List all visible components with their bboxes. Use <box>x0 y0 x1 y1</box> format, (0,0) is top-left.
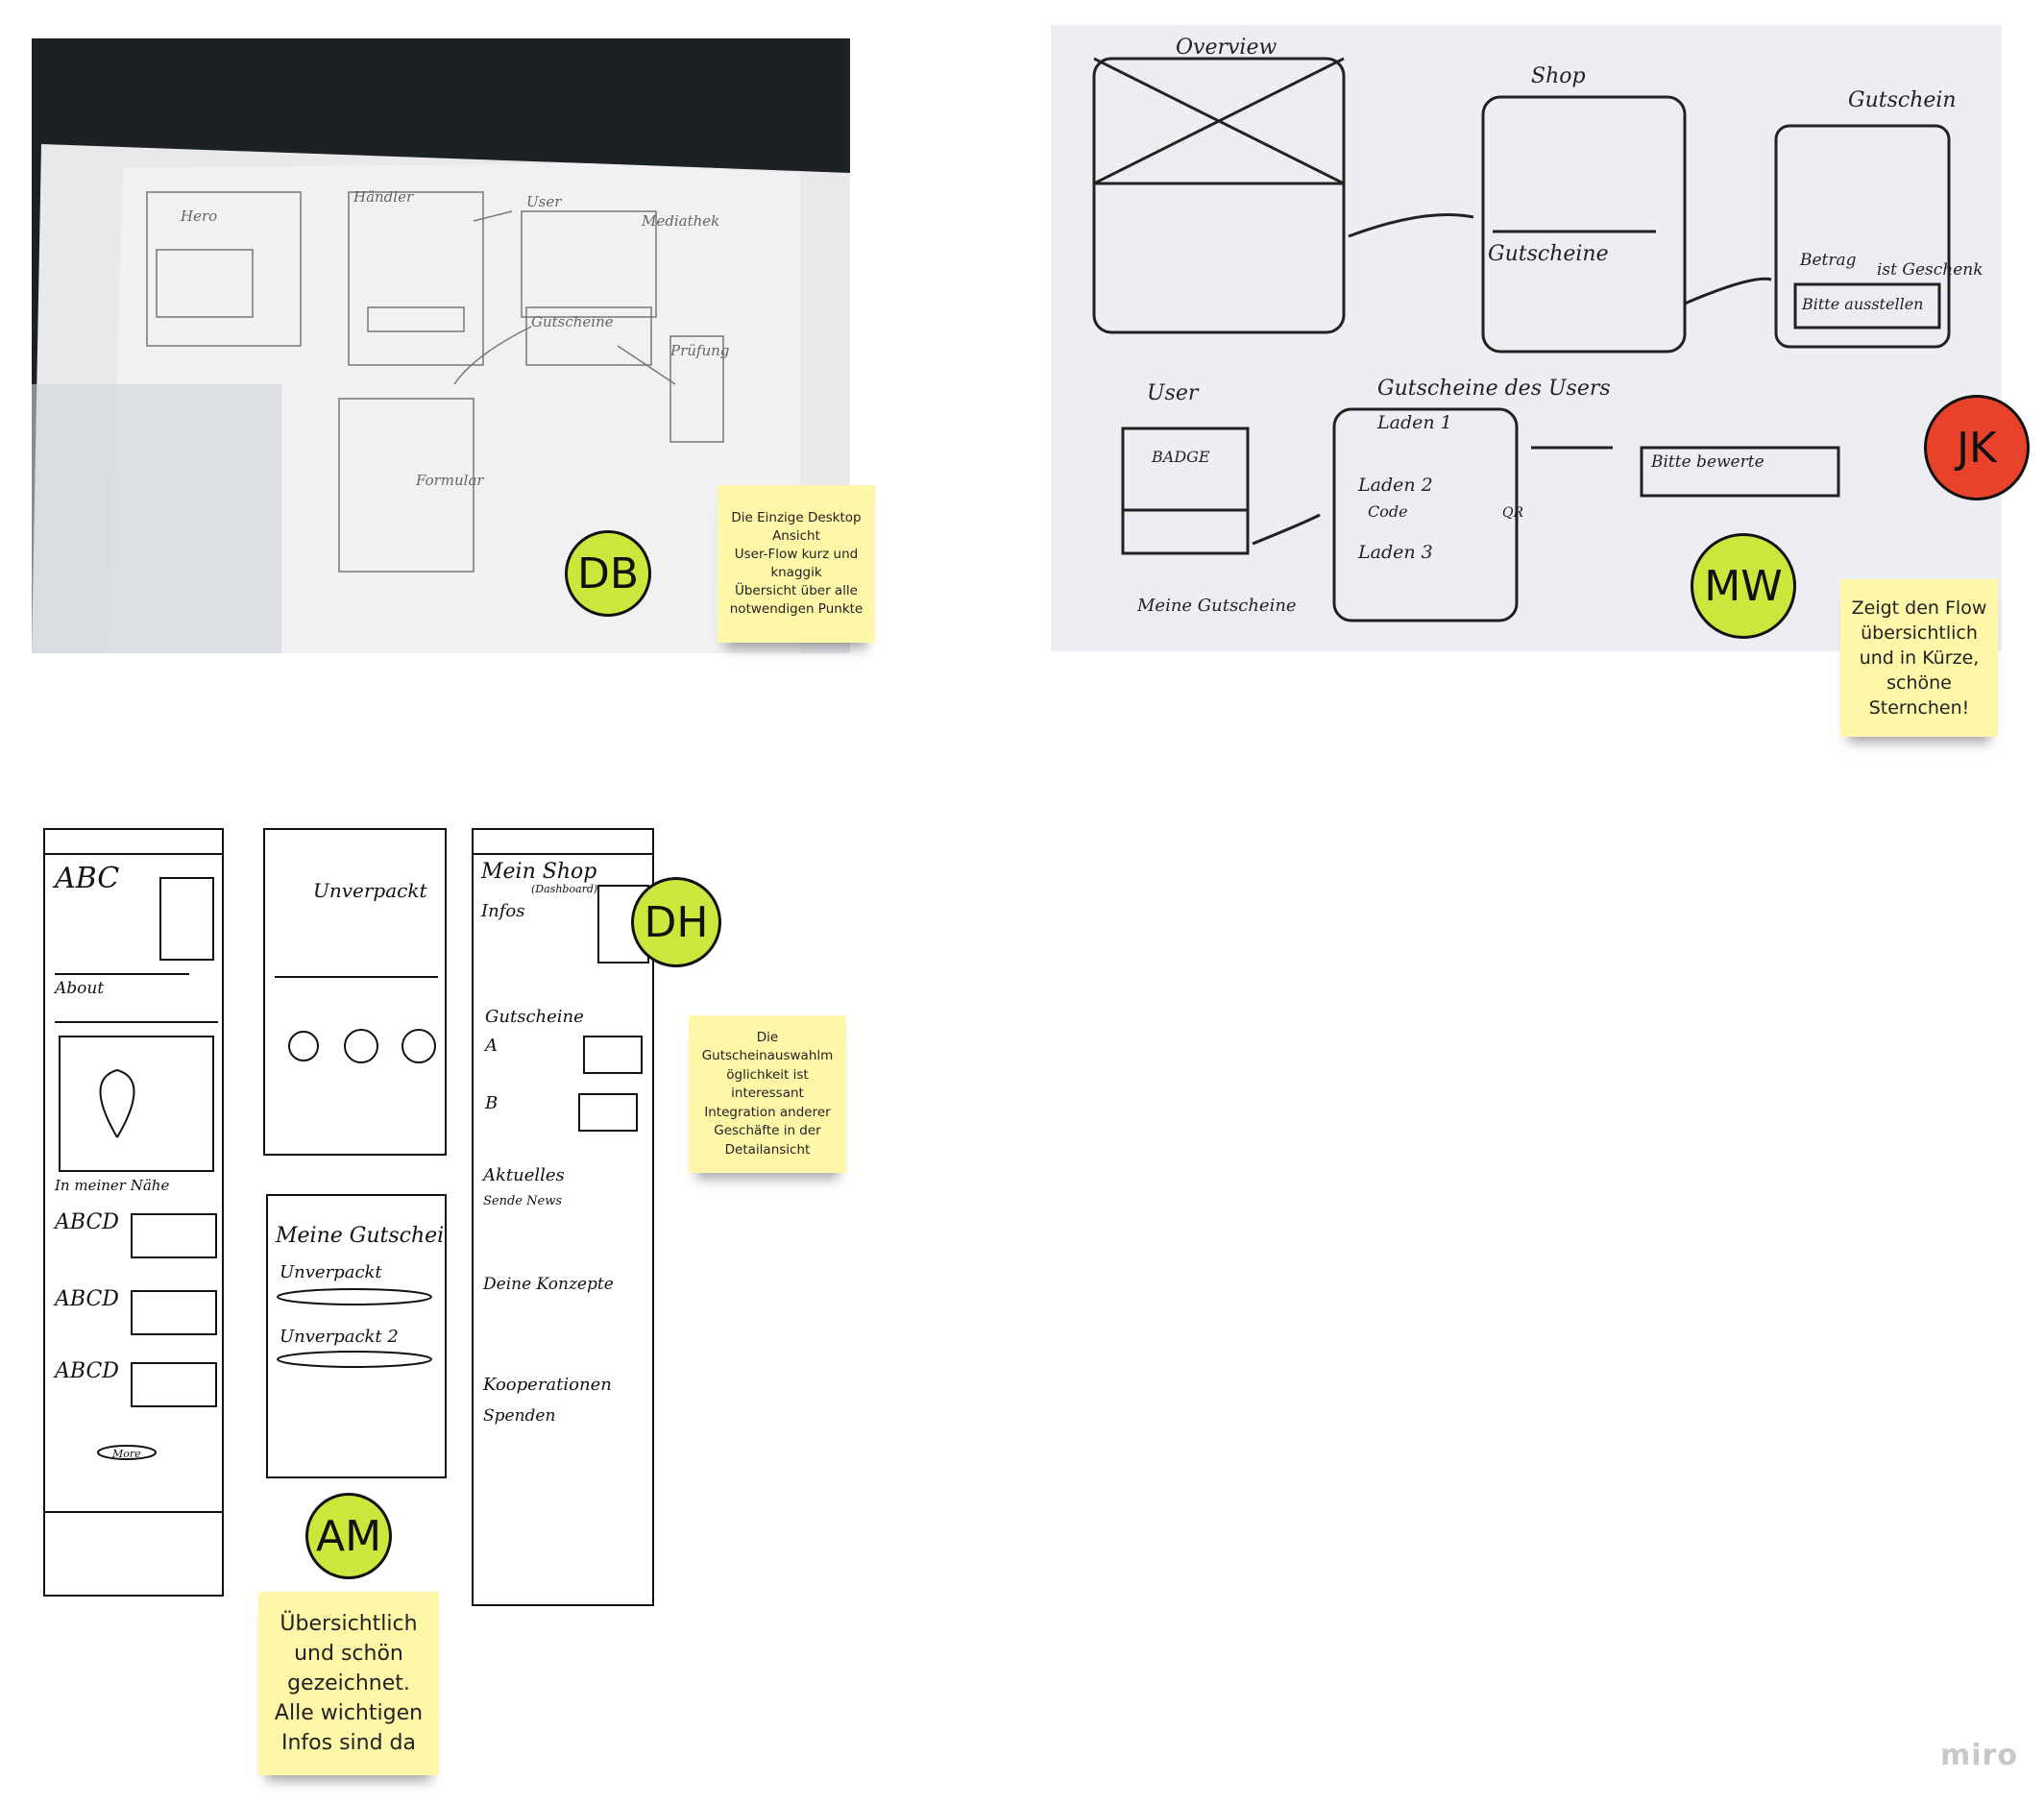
sketch-label: Gutscheine <box>531 313 614 330</box>
sketch-label: Code <box>1368 502 1408 521</box>
sketch-label: More <box>111 1448 141 1460</box>
sketch-label: Unverpackt 2 <box>280 1327 399 1347</box>
sketch-label: Mein Shop <box>480 860 596 884</box>
sketch-label: Bitte ausstellen <box>1801 295 1923 313</box>
sketch-label: Meine Gutscheine <box>275 1224 445 1248</box>
mw-avatar-badge: MW <box>1691 533 1796 639</box>
mw-sticky-note[interactable]: Zeigt den Flow übersichtlich und in Kürz… <box>1840 579 1998 737</box>
sketch-label: Gutscheine des Users <box>1377 377 1611 401</box>
am-wireframe-drawing: ABC About In meiner Nähe ABCD ABCD ABCD … <box>45 853 222 1513</box>
sketch-label: A <box>483 1036 498 1056</box>
sketch-label: Betrag <box>1799 251 1857 270</box>
sketch-label: Prüfung <box>669 342 729 359</box>
sketch-label: Sende News <box>483 1194 562 1208</box>
jk-avatar-badge: JK <box>1924 395 2030 500</box>
sketch-label: (Dashboard) <box>531 883 597 895</box>
sketch-label: ABCD <box>53 1359 119 1383</box>
sketch-label: ist Geschenk <box>1877 260 1983 280</box>
am-wireframe-drawing: Unverpackt <box>275 879 438 1063</box>
am-sticky-note[interactable]: Übersichtlich und schön gezeichnet. Alle… <box>258 1592 439 1775</box>
am-avatar-badge: AM <box>305 1493 392 1579</box>
sketch-label: Mediathek <box>641 212 719 230</box>
jk-sketch-photo: Overview Shop Gutschein Gutscheine Betra… <box>1051 25 2002 651</box>
am-wireframe-drawing: Meine Gutscheine Unverpackt Unverpackt 2 <box>275 1224 470 1368</box>
am-wireframe-shop: Unverpackt <box>263 828 447 1156</box>
sketch-label: BADGE <box>1151 448 1210 466</box>
am-wireframe-vouchers: Meine Gutscheine Unverpackt Unverpackt 2 <box>266 1194 470 1478</box>
sketch-label: Unverpackt <box>280 1262 382 1282</box>
sketch-label: Laden 1 <box>1376 412 1452 433</box>
sketch-label: Deine Konzepte <box>482 1275 614 1294</box>
sketch-label: Händler <box>353 188 414 206</box>
sketch-label: In meiner Nähe <box>54 1177 169 1194</box>
sketch-label: Shop <box>1531 64 1586 88</box>
sketch-label: ABCD <box>53 1210 119 1234</box>
sketch-label: Spenden <box>483 1406 555 1426</box>
sketch-label: Gutscheine <box>485 1007 584 1027</box>
dh-wireframe-dashboard: Mein Shop (Dashboard) Infos Gutscheine A… <box>472 828 654 1606</box>
sketch-label: Gutscheine <box>1488 242 1609 266</box>
am-wireframe-home: ABC About In meiner Nähe ABCD ABCD ABCD … <box>43 828 224 1597</box>
sketch-label: Unverpackt <box>313 879 427 902</box>
sketch-label: ABCD <box>53 1287 119 1311</box>
sketch-label: ABC <box>52 862 119 895</box>
sketch-label: Hero <box>180 207 217 225</box>
sketch-label: Bitte bewerte <box>1650 452 1764 472</box>
miro-logo: miro <box>1940 1739 2018 1772</box>
sketch-label: User <box>1147 381 1200 405</box>
sketch-label: Infos <box>480 901 524 921</box>
sketch-label: Aktuelles <box>481 1165 565 1185</box>
sketch-label: User <box>526 193 562 210</box>
sketch-label: QR <box>1502 505 1523 521</box>
sketch-label: About <box>53 979 104 998</box>
db-sticky-note[interactable]: Die Einzige Desktop Ansicht User-Flow ku… <box>718 485 875 643</box>
sketch-label: Laden 2 <box>1357 475 1433 496</box>
sketch-label: Laden 3 <box>1357 542 1433 563</box>
sketch-label: Gutschein <box>1848 88 1957 112</box>
sketch-label: Formular <box>415 472 484 489</box>
sketch-label: Overview <box>1176 36 1277 60</box>
sketch-label: B <box>484 1093 498 1113</box>
dh-avatar-badge: DH <box>631 877 721 967</box>
sketch-label: Kooperationen <box>482 1375 612 1395</box>
dh-wireframe-drawing: Mein Shop (Dashboard) Infos Gutscheine A… <box>474 853 652 1426</box>
jk-sketch-drawing: Overview Shop Gutschein Gutscheine Betra… <box>1092 36 1983 622</box>
db-avatar-badge: DB <box>565 530 651 617</box>
dh-sticky-note[interactable]: Die Gutscheinauswahlm öglichkeit ist int… <box>689 1015 846 1173</box>
sketch-label: Meine Gutscheine <box>1136 596 1297 616</box>
